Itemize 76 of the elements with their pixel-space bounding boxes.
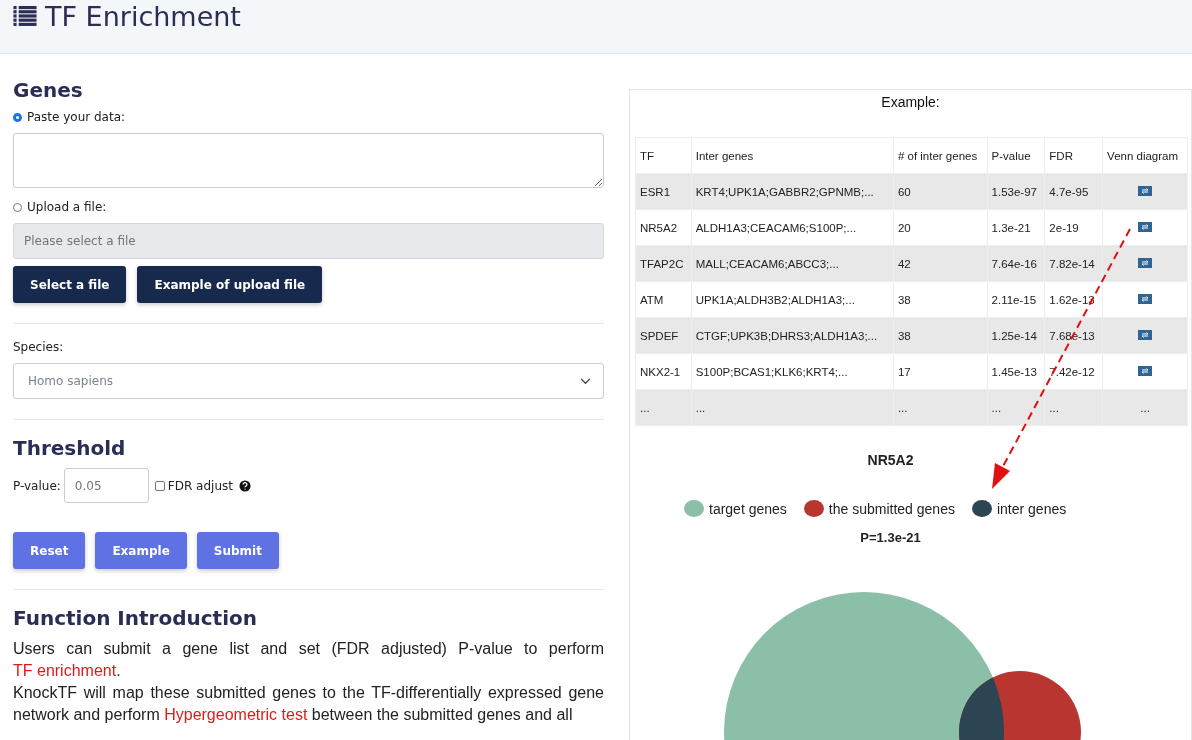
pvalue-field[interactable]: 0.05 (63, 468, 149, 503)
example-title: Example: (880, 94, 941, 110)
venn-pvalue: P=1.3e-21 (859, 530, 922, 545)
section-heading: Genes (13, 78, 84, 102)
table-cell: 2e-19 (1044, 209, 1103, 246)
refresh-icon[interactable] (1138, 257, 1153, 268)
text-link[interactable]: Hypergeometric test (164, 706, 308, 723)
fdr-label: FDR adjust (167, 478, 233, 493)
chevron-down-icon (580, 377, 591, 385)
submit-button[interactable]: Submit (196, 532, 279, 569)
table-cell: UPK1A;ALDH3B2;ALDH1A3;... (691, 281, 894, 318)
refresh-icon[interactable] (1138, 185, 1153, 196)
table-cell: 20 (893, 209, 988, 246)
page-title: TF Enrichment (45, 0, 241, 34)
table-cell: NR5A2 (635, 209, 692, 246)
radio-label: Upload a file: (27, 200, 107, 214)
table-cell: ... (635, 389, 692, 426)
intro-paragraph: Users can submit a gene list and set (FDR adjusted) P-value to perform TF enrichment. (13, 639, 604, 681)
text-link[interactable]: TF enrichment (13, 662, 117, 679)
table-cell: 7.82e-14 (1044, 245, 1103, 282)
table-cell: 38 (893, 281, 988, 318)
table-cell: 2.11e-15 (987, 281, 1045, 318)
table-cell: MALL;CEACAM6;ABCC3;... (691, 245, 894, 282)
fdr-checkbox[interactable] (154, 480, 165, 491)
species-dropdown[interactable]: Homo sapiens (13, 363, 604, 399)
table-cell: TFAP2C (635, 245, 692, 282)
table-cell: 38 (893, 317, 988, 354)
column-header: P-value (987, 137, 1045, 174)
column-header: TF (635, 137, 692, 174)
table-cell: ALDH1A3;CEACAM6;S100P;... (691, 209, 894, 246)
table-cell: 1.3e-21 (987, 209, 1045, 246)
table-cell: 1.25e-14 (987, 317, 1045, 354)
radio-label: Paste your data: (27, 110, 126, 124)
venn-title: NR5A2 (866, 452, 915, 468)
list-icon (13, 6, 37, 27)
table-cell: NKX2-1 (635, 353, 692, 390)
table-cell: ESR1 (635, 173, 692, 210)
example-button[interactable]: Example (95, 532, 187, 569)
table-cell: ... (1044, 389, 1103, 426)
species-label: Species: (13, 340, 65, 354)
table-cell: 7.42e-12 (1044, 353, 1103, 390)
pvalue-label: P-value: (13, 478, 61, 493)
table-cell: 42 (893, 245, 988, 282)
table-cell: CTGF;UPK3B;DHRS3;ALDH1A3;... (691, 317, 894, 354)
table-cell: 1.45e-13 (987, 353, 1045, 390)
table-cell: S100P;BCAS1;KLK6;KRT4;... (691, 353, 894, 390)
refresh-icon[interactable] (1138, 365, 1153, 376)
reset-button[interactable]: Reset (13, 532, 86, 569)
column-header: # of inter genes (893, 137, 988, 174)
table-cell: 4.7e-95 (1044, 173, 1103, 210)
legend-label: target genes (709, 500, 787, 517)
legend-label: inter genes (996, 500, 1067, 517)
table-cell: SPDEF (635, 317, 692, 354)
help-icon[interactable] (239, 479, 251, 492)
table-cell: ... (691, 389, 894, 426)
refresh-icon[interactable] (1138, 329, 1153, 340)
legend-label: the submitted genes (828, 500, 955, 517)
section-heading: Function Introduction (13, 606, 258, 630)
section-heading: Threshold (13, 436, 127, 460)
radio-button[interactable] (13, 112, 22, 122)
table-cell: KRT4;UPK1A;GABBR2;GPNMB;... (691, 173, 894, 210)
column-header: FDR (1044, 137, 1103, 174)
select-file-button[interactable]: Select a file (13, 266, 127, 303)
table-cell: ATM (635, 281, 692, 318)
refresh-icon[interactable] (1138, 293, 1153, 304)
table-cell: ... (893, 389, 988, 426)
example-file-button[interactable]: Example of upload file (137, 266, 323, 303)
column-header: Inter genes (691, 137, 894, 174)
column-header: Venn diagram (1102, 137, 1188, 174)
table-cell: 1.53e-97 (987, 173, 1045, 210)
refresh-icon[interactable] (1138, 221, 1153, 232)
intro-paragraph: KnockTF will map these submitted genes to the TF-differentially expressed gene network and perform Hypergeometric test between the submitted genes and all (13, 683, 604, 725)
table-cell: 17 (893, 353, 988, 390)
table-cell: 7.64e-16 (987, 245, 1045, 282)
table-cell: 60 (893, 173, 988, 210)
table-cell: ... (1102, 389, 1188, 426)
